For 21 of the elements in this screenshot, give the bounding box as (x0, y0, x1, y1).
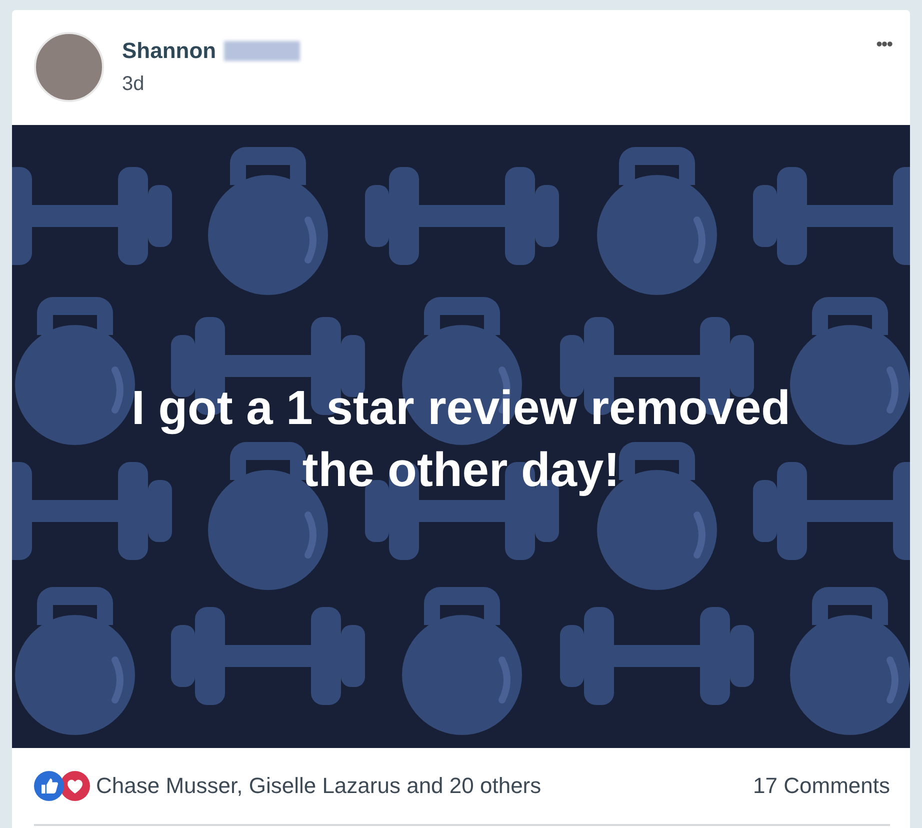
dumbbell-icon (753, 462, 910, 560)
kettlebell-icon (597, 147, 717, 295)
comments-count[interactable]: 17 Comments (753, 773, 890, 799)
kettlebell-icon (15, 587, 135, 735)
author-name[interactable]: Shannon (122, 38, 216, 64)
kettlebell-icon (208, 147, 328, 295)
kettlebell-icon (790, 297, 910, 445)
reactions-summary[interactable]: Chase Musser, Giselle Lazarus and 20 others (96, 773, 542, 799)
image-caption: I got a 1 star review removed the other day! (130, 380, 792, 498)
thumbs-up-icon[interactable] (34, 771, 64, 801)
dumbbell-icon (171, 607, 365, 705)
post-time[interactable]: 3d (122, 73, 300, 96)
dumbbell-icon (12, 167, 172, 265)
kettlebell-icon (15, 297, 135, 445)
kettlebell-icon (790, 587, 910, 735)
dumbbell-icon (560, 607, 754, 705)
dumbbell-icon (753, 167, 910, 265)
more-options-button[interactable]: ••• (870, 32, 898, 56)
dumbbell-icon (365, 167, 559, 265)
kettlebell-icon (402, 587, 522, 735)
dumbbell-icon (12, 462, 172, 560)
